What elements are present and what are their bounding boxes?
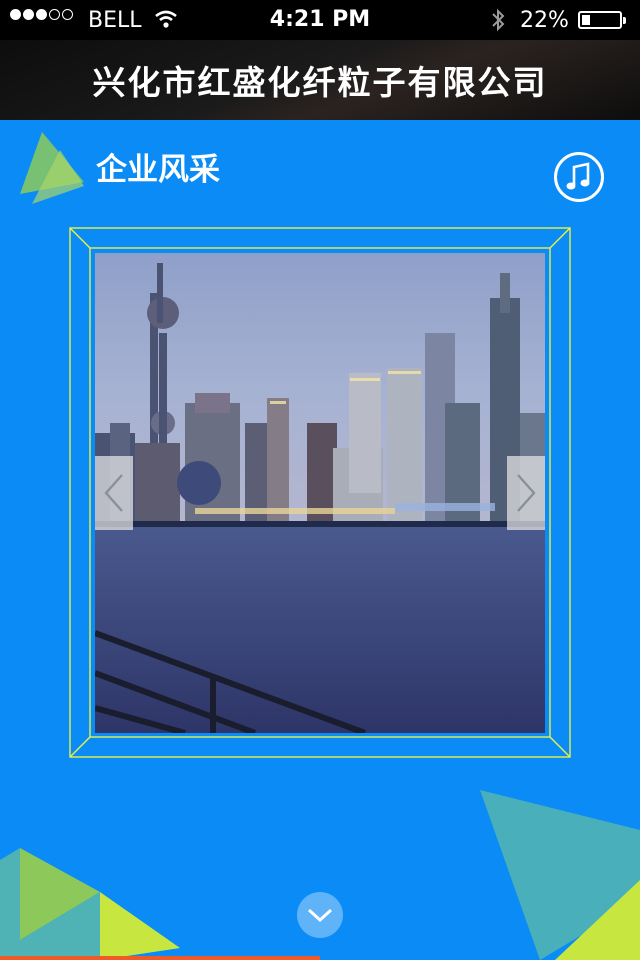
bl-triangle-yellow (100, 892, 180, 960)
gallery-photo[interactable] (95, 253, 545, 733)
prev-photo-button[interactable] (95, 456, 133, 530)
bl-triangle-teal-edge (0, 848, 20, 960)
next-photo-button[interactable] (507, 456, 545, 530)
music-toggle-button[interactable] (554, 152, 604, 202)
skyline-image (95, 253, 545, 733)
section-title: 企业风采 (96, 152, 220, 188)
chevron-right-icon (517, 474, 536, 512)
chevron-down-icon (307, 908, 333, 923)
music-note-icon (566, 162, 590, 190)
scroll-down-button[interactable] (297, 892, 343, 938)
chevron-left-icon (104, 474, 123, 512)
page-progress-bar (0, 956, 320, 960)
